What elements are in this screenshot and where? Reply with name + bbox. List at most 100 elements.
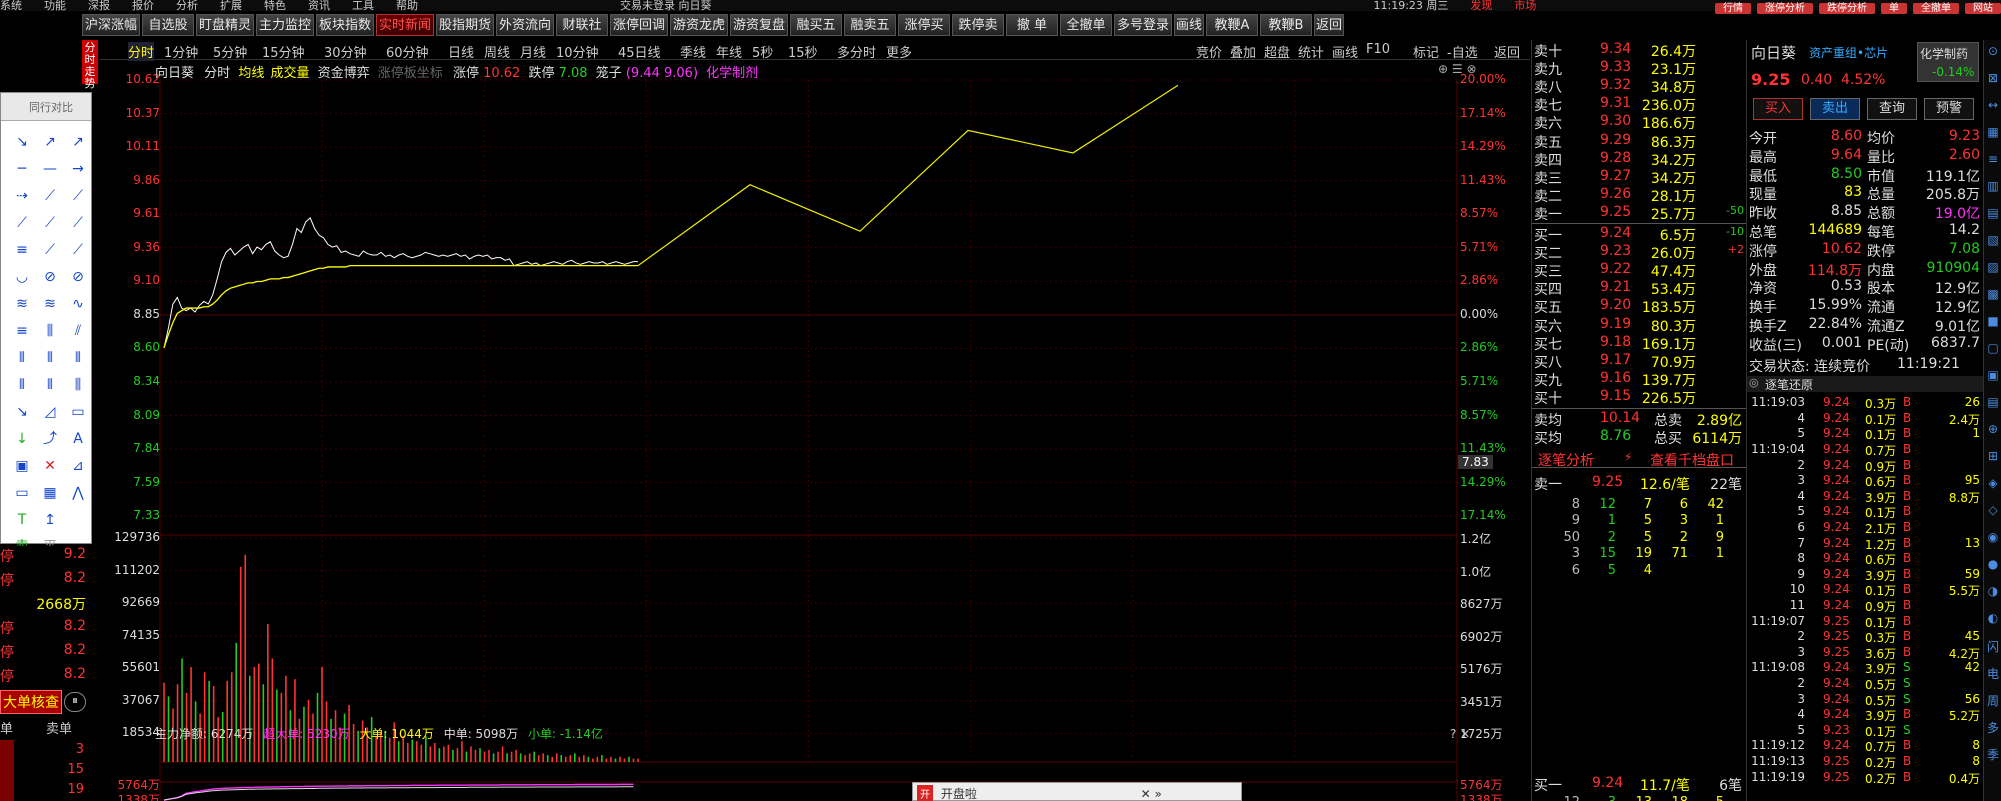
draw-tool-fib-icon[interactable]: ⟋ bbox=[39, 241, 61, 259]
draw-tool-fan-icon[interactable]: ⟋ bbox=[11, 214, 33, 232]
side-strip-icon-2[interactable]: ↔ bbox=[1985, 98, 2001, 114]
menu-item-5[interactable]: 扩展 bbox=[220, 0, 242, 11]
draw-tool-down-mark-icon[interactable]: ↓ bbox=[11, 430, 33, 448]
period-tab-5[interactable]: 60分钟 bbox=[386, 42, 429, 61]
menu-tag-0[interactable]: 发现 bbox=[1470, 0, 1492, 11]
draw-tool-fib-fan-icon[interactable]: ⟋ bbox=[67, 241, 89, 259]
draw-tool-box-icon[interactable]: ▣ bbox=[11, 457, 33, 475]
menu-item-0[interactable]: 系统 bbox=[0, 0, 22, 11]
ticks-toggle-icon[interactable]: ◎ bbox=[1749, 376, 1759, 389]
side-strip-icon-8[interactable]: ▨ bbox=[1985, 260, 2001, 276]
draw-tool-bars4-icon[interactable]: ⦀ bbox=[67, 349, 89, 367]
toolbar-button-22[interactable]: 返回 bbox=[1314, 14, 1344, 36]
draw-tool-frame-icon[interactable]: ▭ bbox=[11, 484, 33, 502]
draw-tool-text-icon[interactable]: A bbox=[67, 430, 89, 448]
intraday-chart-area[interactable]: 10.62 20.00% 10.37 17.14% 10.11 14.29% 9.86 11.… bbox=[100, 40, 1530, 801]
draw-tool-sine-icon[interactable]: ∿ bbox=[67, 295, 89, 313]
menu-item-3[interactable]: 报价 bbox=[132, 0, 154, 11]
side-strip-icon-22[interactable]: 闪 bbox=[1985, 638, 2001, 654]
toolbar-button-5[interactable]: 实时新闻 bbox=[376, 14, 434, 36]
toolbar-button-13[interactable]: 融卖五 bbox=[844, 14, 896, 36]
draw-tool-arrow-right-icon[interactable]: → bbox=[67, 160, 89, 178]
popup-close-icon[interactable]: ✕ » bbox=[1141, 787, 1162, 801]
chart-right-button-2[interactable]: 超盘 bbox=[1264, 42, 1290, 61]
draw-tool-dashed-arrow-icon[interactable]: ⇢ bbox=[11, 187, 33, 205]
draw-tool-bars-icon[interactable]: ⫼ bbox=[39, 322, 61, 340]
chart-right-button-4[interactable]: 画线 bbox=[1332, 42, 1358, 61]
draw-tool-cycle-icon[interactable]: ≋ bbox=[39, 295, 61, 313]
bid-row[interactable]: 买九 9.16 139.7万 bbox=[1532, 370, 1746, 389]
side-strip-icon-19[interactable]: ● bbox=[1985, 557, 2001, 573]
sector-box[interactable]: 化学制药 -0.14% bbox=[1917, 42, 1979, 82]
draw-tool-fork-icon[interactable]: ⫽ bbox=[67, 322, 89, 340]
toolbar-button-18[interactable]: 多号登录 bbox=[1114, 14, 1172, 36]
draw-tool-ellipse-icon[interactable]: ⊘ bbox=[67, 268, 89, 286]
period-tab-11[interactable]: 季线 bbox=[680, 42, 706, 61]
avg-line-label[interactable]: 均线 bbox=[238, 66, 264, 81]
ask-row[interactable]: 卖一 9.25 25.7万 -50 bbox=[1532, 204, 1746, 223]
draw-tool-rectangle-icon[interactable]: ▭ bbox=[67, 403, 89, 421]
side-strip-icon-1[interactable]: ⊠ bbox=[1985, 71, 2001, 87]
period-tab-13[interactable]: 5秒 bbox=[752, 42, 773, 61]
toolbar-button-3[interactable]: 主力监控 bbox=[256, 14, 314, 36]
tab-thousand-depth[interactable]: 查看千档盘口 bbox=[1650, 450, 1734, 470]
menu-item-2[interactable]: 深报 bbox=[88, 0, 110, 11]
side-strip-icon-18[interactable]: ◉ bbox=[1985, 530, 2001, 546]
draw-tool-wave-icon[interactable]: ≋ bbox=[11, 295, 33, 313]
menu-item-4[interactable]: 分析 bbox=[176, 0, 198, 11]
period-tab-2[interactable]: 5分钟 bbox=[213, 42, 247, 61]
side-strip-icon-14[interactable]: ⊕ bbox=[1985, 422, 2001, 438]
side-strip-icon-11[interactable]: ▢ bbox=[1985, 341, 2001, 357]
draw-tool-channel-icon[interactable]: ⟋ bbox=[67, 187, 89, 205]
toolbar-button-4[interactable]: 板块指数 bbox=[316, 14, 374, 36]
side-strip-icon-9[interactable]: ▩ bbox=[1985, 287, 2001, 303]
side-strip-icon-26[interactable]: 季 bbox=[1985, 746, 2001, 762]
ask-row[interactable]: 卖三 9.27 34.2万 bbox=[1532, 168, 1746, 187]
draw-tool-flag-icon[interactable]: ↥ bbox=[39, 511, 61, 529]
chart-right-button-6[interactable]: 标记 bbox=[1413, 42, 1439, 61]
period-tab-0[interactable]: 分时 bbox=[128, 42, 155, 61]
period-tab-16[interactable]: 更多 bbox=[886, 42, 912, 61]
draw-tool-bars6-icon[interactable]: ⦀ bbox=[39, 376, 61, 394]
trade-button-3[interactable]: 预警 bbox=[1924, 98, 1974, 120]
side-strip-icon-20[interactable]: ◑ bbox=[1985, 584, 2001, 600]
draw-tool-arrow-up-icon[interactable]: ↗ bbox=[67, 133, 89, 151]
chart-right-button-7[interactable]: -自选 bbox=[1447, 42, 1478, 61]
side-strip-icon-13[interactable]: ▤ bbox=[1985, 395, 2001, 411]
toolbar-button-21[interactable]: 教鞭B bbox=[1260, 14, 1312, 36]
toolbar-button-15[interactable]: 跌停卖 bbox=[952, 14, 1004, 36]
ask-row[interactable]: 卖九 9.33 23.1万 bbox=[1532, 59, 1746, 78]
toolbar-button-12[interactable]: 融买五 bbox=[790, 14, 842, 36]
side-strip-icon-6[interactable]: ▤ bbox=[1985, 206, 2001, 222]
draw-tool-cone-icon[interactable]: ⊿ bbox=[67, 457, 89, 475]
draw-tool-peak-icon[interactable]: ⋀ bbox=[67, 484, 89, 502]
window-button-0[interactable]: 行情 bbox=[1715, 3, 1751, 14]
period-tab-10[interactable]: 45日线 bbox=[618, 42, 661, 61]
period-tab-7[interactable]: 周线 bbox=[484, 42, 510, 61]
window-button-5[interactable]: 网站 bbox=[1965, 3, 2001, 14]
pause-icon[interactable]: ⏸ bbox=[64, 692, 86, 712]
period-tab-4[interactable]: 30分钟 bbox=[324, 42, 367, 61]
draw-tool-down-arrow-icon[interactable]: ↘ bbox=[11, 403, 33, 421]
window-button-3[interactable]: 单 bbox=[1881, 3, 1907, 14]
window-button-2[interactable]: 跌停分析 bbox=[1819, 3, 1875, 14]
draw-tool-arc-icon[interactable]: ◡ bbox=[11, 268, 33, 286]
menu-tag-1[interactable]: 市场 bbox=[1514, 0, 1536, 11]
ask-row[interactable]: 卖五 9.29 86.3万 bbox=[1532, 132, 1746, 151]
menu-item-8[interactable]: 工具 bbox=[352, 0, 374, 11]
period-tab-9[interactable]: 10分钟 bbox=[556, 42, 599, 61]
draw-tool-circle-icon[interactable]: ⊘ bbox=[39, 268, 61, 286]
toolbar-button-9[interactable]: 涨停回调 bbox=[610, 14, 668, 36]
window-button-4[interactable]: 全撤单 bbox=[1913, 3, 1959, 14]
side-strip-icon-10[interactable]: ■ bbox=[1985, 314, 2001, 330]
draw-tool-bars2-icon[interactable]: ⦀ bbox=[11, 349, 33, 367]
bid-row[interactable]: 买十 9.15 226.5万 bbox=[1532, 388, 1746, 407]
bid-row[interactable]: 买三 9.22 47.4万 bbox=[1532, 261, 1746, 280]
big-order-check-button[interactable]: 大单核查 bbox=[0, 690, 62, 714]
toolbar-button-17[interactable]: 全撤单 bbox=[1060, 14, 1112, 36]
bid-row[interactable]: 买五 9.20 183.5万 bbox=[1532, 297, 1746, 316]
draw-tool-gann-icon[interactable]: ⟋ bbox=[67, 214, 89, 232]
toolbar-button-2[interactable]: 盯盘精灵 bbox=[196, 14, 254, 36]
tab-tick-analysis[interactable]: 逐笔分析 bbox=[1538, 450, 1594, 470]
side-strip-icon-16[interactable]: ◈ bbox=[1985, 476, 2001, 492]
